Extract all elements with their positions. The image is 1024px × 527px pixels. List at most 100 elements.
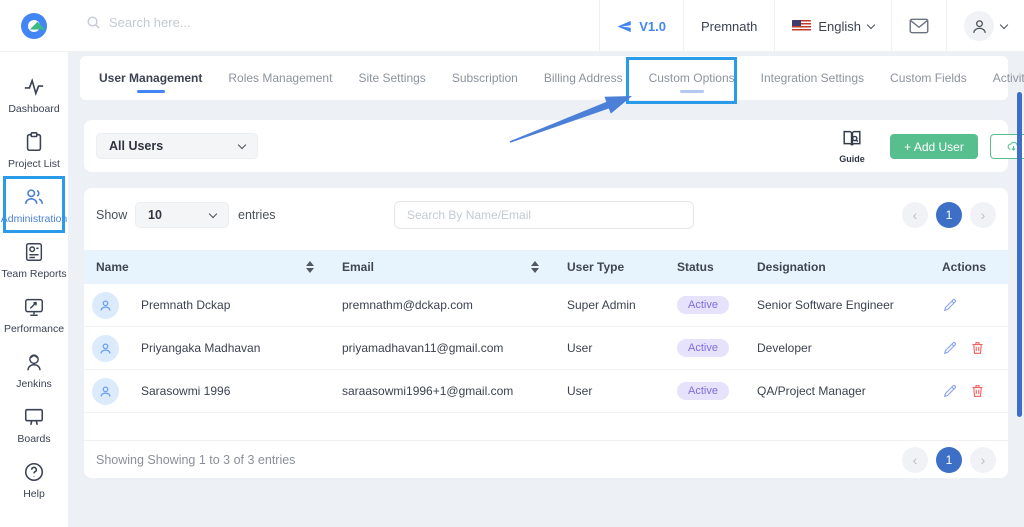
sidebar-item-performance[interactable]: Performance bbox=[0, 296, 68, 351]
sidebar-item-help[interactable]: Help bbox=[0, 461, 68, 516]
column-header-user-type[interactable]: User Type bbox=[555, 260, 665, 274]
edit-button[interactable] bbox=[942, 340, 958, 356]
filter-toolbar: All Users Guide + Add User Export bbox=[84, 120, 1008, 172]
sidebar-item-jenkins[interactable]: Jenkins bbox=[0, 351, 68, 406]
column-header-email[interactable]: Email bbox=[330, 260, 555, 274]
monitor-rocket-icon bbox=[23, 296, 45, 318]
users-icon bbox=[23, 186, 45, 208]
user-avatar-icon bbox=[92, 378, 119, 405]
chevron-down-icon bbox=[209, 209, 217, 217]
guide-label: Guide bbox=[835, 154, 869, 164]
tab-roles-management[interactable]: Roles Management bbox=[215, 56, 345, 100]
tab-billing-address[interactable]: Billing Address bbox=[531, 56, 636, 100]
vertical-scrollbar[interactable] bbox=[1017, 92, 1022, 417]
pagination-bottom: ‹ 1 › bbox=[902, 447, 996, 473]
global-search-input[interactable] bbox=[109, 15, 329, 30]
board-icon bbox=[23, 406, 45, 428]
table-footer: Showing Showing 1 to 3 of 3 entries ‹ 1 … bbox=[84, 440, 1008, 478]
prev-page-button[interactable]: ‹ bbox=[902, 202, 928, 228]
cell-status: Active bbox=[665, 382, 745, 400]
users-table-card: Show 10 entries ‹ 1 › Name Email User T bbox=[84, 188, 1008, 478]
sidebar-item-team-reports[interactable]: Team Reports bbox=[0, 241, 68, 296]
tab-custom-fields[interactable]: Custom Fields bbox=[877, 56, 980, 100]
global-search bbox=[86, 15, 329, 30]
cell-status: Active bbox=[665, 296, 745, 314]
next-page-button[interactable]: › bbox=[970, 447, 996, 473]
clipboard-icon bbox=[23, 131, 45, 153]
next-page-button[interactable]: › bbox=[970, 202, 996, 228]
delete-button[interactable] bbox=[970, 383, 985, 399]
page-size-select[interactable]: 10 bbox=[135, 202, 229, 228]
sidebar-item-administration[interactable]: Administration bbox=[0, 186, 68, 241]
username-label[interactable]: Premnath bbox=[683, 0, 774, 52]
table-search-input[interactable] bbox=[394, 201, 694, 229]
help-icon bbox=[23, 461, 45, 483]
column-header-name[interactable]: Name bbox=[84, 260, 330, 274]
tab-site-settings[interactable]: Site Settings bbox=[345, 56, 438, 100]
edit-button[interactable] bbox=[942, 383, 958, 399]
language-selector[interactable]: English bbox=[774, 0, 891, 52]
cell-designation: Developer bbox=[745, 341, 930, 355]
pencil-icon bbox=[942, 383, 958, 399]
app-logo-icon[interactable] bbox=[21, 13, 47, 39]
sidebar-item-project-list[interactable]: Project List bbox=[0, 131, 68, 186]
column-header-actions: Actions bbox=[930, 260, 1008, 274]
mail-icon bbox=[909, 18, 929, 34]
version-indicator[interactable]: V1.0 bbox=[599, 0, 683, 52]
entries-summary: Showing Showing 1 to 3 of 3 entries bbox=[96, 453, 295, 467]
chevron-down-icon bbox=[1000, 20, 1008, 28]
table-row: Premnath Dckap premnathm@dckap.com Super… bbox=[84, 284, 1008, 327]
chevron-down-icon bbox=[238, 140, 246, 148]
edit-button[interactable] bbox=[942, 297, 958, 313]
table-row: Sarasowmi 1996 saraasowmi1996+1@gmail.co… bbox=[84, 370, 1008, 413]
column-header-designation[interactable]: Designation bbox=[745, 260, 930, 274]
version-label: V1.0 bbox=[639, 19, 666, 34]
tab-subscription[interactable]: Subscription bbox=[439, 56, 531, 100]
sidebar-item-boards[interactable]: Boards bbox=[0, 406, 68, 461]
release-icon bbox=[617, 19, 632, 34]
sidebar-item-dashboard[interactable]: Dashboard bbox=[0, 76, 68, 131]
prev-page-button[interactable]: ‹ bbox=[902, 447, 928, 473]
chevron-down-icon bbox=[867, 20, 875, 28]
us-flag-icon bbox=[792, 20, 811, 32]
guide-button[interactable]: Guide bbox=[835, 128, 869, 164]
tab-custom-options[interactable]: Custom Options bbox=[636, 56, 748, 100]
sort-icon[interactable] bbox=[306, 261, 314, 273]
topbar: V1.0 Premnath English bbox=[0, 0, 1024, 52]
language-label: English bbox=[818, 19, 861, 34]
cell-name: Priyangaka Madhavan bbox=[84, 335, 330, 362]
jenkins-icon bbox=[23, 351, 45, 373]
profile-avatar-icon bbox=[964, 11, 994, 41]
search-icon bbox=[86, 15, 101, 30]
messages-button[interactable] bbox=[891, 0, 946, 52]
page-1-button[interactable]: 1 bbox=[936, 447, 962, 473]
cell-status: Active bbox=[665, 339, 745, 357]
add-user-button[interactable]: + Add User bbox=[890, 134, 978, 159]
cell-designation: Senior Software Engineer bbox=[745, 298, 930, 312]
cell-user-type: User bbox=[555, 341, 665, 355]
pencil-icon bbox=[942, 297, 958, 313]
cell-actions bbox=[930, 297, 1008, 313]
sort-icon[interactable] bbox=[531, 261, 539, 273]
pagination-top: ‹ 1 › bbox=[902, 202, 996, 228]
profile-menu[interactable] bbox=[946, 0, 1024, 52]
tab-user-management[interactable]: User Management bbox=[86, 56, 215, 100]
topbar-right: V1.0 Premnath English bbox=[599, 0, 1024, 52]
column-header-status[interactable]: Status bbox=[665, 260, 745, 274]
cell-email: saraasowmi1996+1@gmail.com bbox=[330, 384, 555, 398]
guide-book-icon bbox=[840, 128, 864, 150]
user-filter-select[interactable]: All Users bbox=[96, 133, 258, 159]
cell-name: Sarasowmi 1996 bbox=[84, 378, 330, 405]
cell-actions bbox=[930, 383, 1008, 399]
user-avatar-icon bbox=[92, 335, 119, 362]
delete-button[interactable] bbox=[970, 340, 985, 356]
page-1-button[interactable]: 1 bbox=[936, 202, 962, 228]
user-filter-value: All Users bbox=[109, 139, 163, 153]
cell-name: Premnath Dckap bbox=[84, 292, 330, 319]
user-avatar-icon bbox=[92, 292, 119, 319]
entries-label: entries bbox=[238, 208, 276, 222]
sidebar: Dashboard Project List Administration Te… bbox=[0, 52, 68, 527]
table-header-row: Name Email User Type Status Designation … bbox=[84, 250, 1008, 284]
cell-email: premnathm@dckap.com bbox=[330, 298, 555, 312]
tab-integration-settings[interactable]: Integration Settings bbox=[748, 56, 877, 100]
